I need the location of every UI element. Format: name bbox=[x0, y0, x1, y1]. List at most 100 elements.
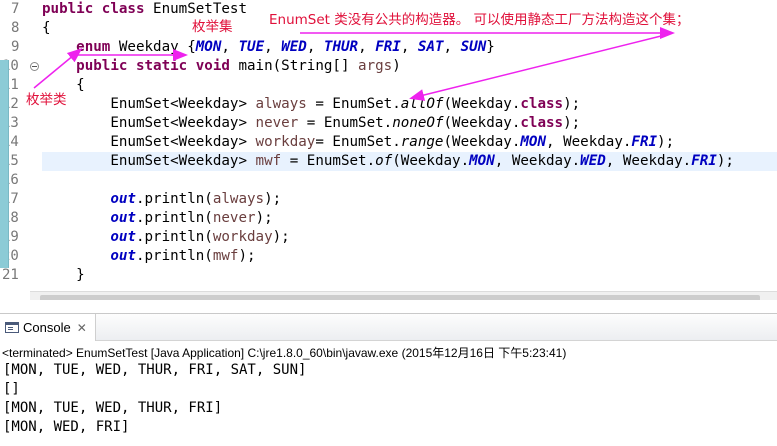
code-token: always bbox=[255, 96, 307, 112]
code-token: , Weekday. bbox=[545, 134, 632, 150]
console-output-line: [] bbox=[3, 381, 20, 397]
code-token: class bbox=[520, 115, 564, 131]
code-token: , Weekday. bbox=[605, 153, 692, 169]
code-line[interactable]: out.println(workday); bbox=[42, 228, 290, 247]
code-line[interactable]: EnumSet<Weekday> never = EnumSet.noneOf(… bbox=[42, 114, 580, 133]
code-token: ); bbox=[657, 134, 675, 150]
console-icon bbox=[5, 322, 19, 333]
code-token: public class bbox=[42, 1, 154, 17]
code-area[interactable]: public class EnumSetTest{ enum Weekday {… bbox=[42, 0, 777, 292]
code-token: , bbox=[443, 39, 461, 55]
code-token: ); bbox=[264, 191, 282, 207]
code-token: FRI bbox=[691, 153, 717, 169]
code-token: workday bbox=[212, 229, 273, 245]
code-line[interactable]: EnumSet<Weekday> mwf = EnumSet.of(Weekda… bbox=[42, 152, 734, 171]
code-token: MON bbox=[520, 134, 546, 150]
code-line[interactable]: enum Weekday {MON, TUE, WED, THUR, FRI, … bbox=[42, 38, 495, 57]
code-token: , bbox=[400, 39, 418, 55]
code-token: , bbox=[221, 39, 239, 55]
code-token: EnumSet<Weekday> bbox=[42, 96, 256, 112]
console-output-line: [MON, WED, FRI] bbox=[3, 419, 130, 435]
code-token: { bbox=[42, 20, 51, 36]
code-token: , bbox=[358, 39, 376, 55]
terminated-status: <terminated> EnumSetTest [Java Applicati… bbox=[2, 346, 567, 360]
code-token: WED bbox=[580, 153, 606, 169]
code-token: mwf bbox=[255, 153, 282, 169]
code-token: } bbox=[42, 267, 85, 283]
code-token: EnumSet<Weekday> bbox=[42, 153, 256, 169]
code-editor[interactable]: 7 8 9 10 11 12 13 14 15 16 17 18 19 20 21 public class… bbox=[0, 0, 777, 300]
code-token: EnumSet<Weekday> bbox=[42, 115, 256, 131]
code-token: , bbox=[264, 39, 282, 55]
code-token: Weekday { bbox=[110, 39, 196, 55]
console-output-line: [MON, TUE, WED, THUR, FRI, SAT, SUN] bbox=[3, 362, 307, 378]
code-line[interactable]: } bbox=[42, 266, 85, 285]
code-token: out bbox=[110, 191, 136, 207]
code-token: ); bbox=[563, 115, 581, 131]
code-token: (Weekday. bbox=[392, 153, 470, 169]
code-token: public static void bbox=[76, 58, 230, 74]
scrollbar-thumb[interactable] bbox=[40, 295, 760, 300]
code-token: SAT bbox=[417, 39, 444, 55]
code-token: , Weekday. bbox=[494, 153, 581, 169]
code-token: never bbox=[255, 115, 299, 131]
close-icon[interactable]: ✕ bbox=[77, 321, 87, 335]
code-token: EnumSet<Weekday> bbox=[42, 134, 256, 150]
code-token: .println( bbox=[135, 248, 213, 264]
code-token: ) bbox=[392, 58, 401, 74]
tab-console[interactable]: Console ✕ bbox=[0, 314, 96, 341]
annotation-enum-set: 枚举集 bbox=[192, 19, 233, 35]
code-token: of bbox=[375, 153, 393, 169]
code-token: SUN bbox=[460, 39, 487, 55]
console-output-line: [MON, TUE, WED, THUR, FRI] bbox=[3, 400, 223, 416]
code-token: MON bbox=[195, 39, 222, 55]
code-line[interactable]: out.println(always); bbox=[42, 190, 281, 209]
code-token: FRI bbox=[631, 134, 658, 150]
code-token: .println( bbox=[135, 229, 213, 245]
code-line[interactable]: out.println(mwf); bbox=[42, 247, 256, 266]
code-token: FRI bbox=[375, 39, 401, 55]
code-line[interactable]: EnumSet<Weekday> workday= EnumSet.range(… bbox=[42, 133, 674, 152]
change-bar bbox=[0, 60, 9, 268]
code-line[interactable]: EnumSet<Weekday> always = EnumSet.allOf(… bbox=[42, 95, 580, 114]
line-number: 9 bbox=[11, 39, 20, 55]
horizontal-scrollbar[interactable] bbox=[30, 291, 777, 300]
code-token: ); bbox=[563, 96, 581, 112]
code-token: (Weekday. bbox=[443, 115, 521, 131]
code-token: mwf bbox=[212, 248, 239, 264]
code-token: enum bbox=[76, 39, 111, 55]
code-token: out bbox=[110, 229, 136, 245]
code-token: (Weekday. bbox=[443, 96, 521, 112]
code-line[interactable]: out.println(never); bbox=[42, 209, 273, 228]
code-token: ); bbox=[238, 248, 256, 264]
line-number: 7 bbox=[11, 1, 20, 17]
code-token: } bbox=[486, 39, 495, 55]
code-token: THUR bbox=[323, 39, 359, 55]
console-tab-label: Console bbox=[23, 320, 71, 335]
code-line[interactable]: public static void main(String[] args) bbox=[42, 57, 401, 76]
code-token: main(String[] bbox=[229, 58, 359, 74]
code-token: = EnumSet. bbox=[281, 153, 376, 169]
code-token: ); bbox=[272, 229, 290, 245]
annotation-enum-class: 枚举类 bbox=[26, 92, 67, 108]
code-token: .println( bbox=[135, 191, 213, 207]
code-token: WED bbox=[281, 39, 307, 55]
code-token: out bbox=[110, 248, 136, 264]
fold-minus-icon[interactable] bbox=[30, 62, 39, 71]
code-token: allOf bbox=[400, 96, 444, 112]
code-token: ); bbox=[255, 210, 273, 226]
code-token: ); bbox=[716, 153, 734, 169]
annotation-no-constructor: EnumSet 类没有公共的构造器。 可以使用静态工厂方法构造这个集； bbox=[269, 12, 690, 28]
code-token: noneOf bbox=[392, 115, 444, 131]
code-token: TUE bbox=[238, 39, 265, 55]
code-token: = EnumSet. bbox=[315, 134, 401, 150]
code-token: never bbox=[212, 210, 256, 226]
code-token: class bbox=[520, 96, 564, 112]
code-token: (Weekday. bbox=[443, 134, 521, 150]
code-line[interactable]: { bbox=[42, 19, 51, 38]
